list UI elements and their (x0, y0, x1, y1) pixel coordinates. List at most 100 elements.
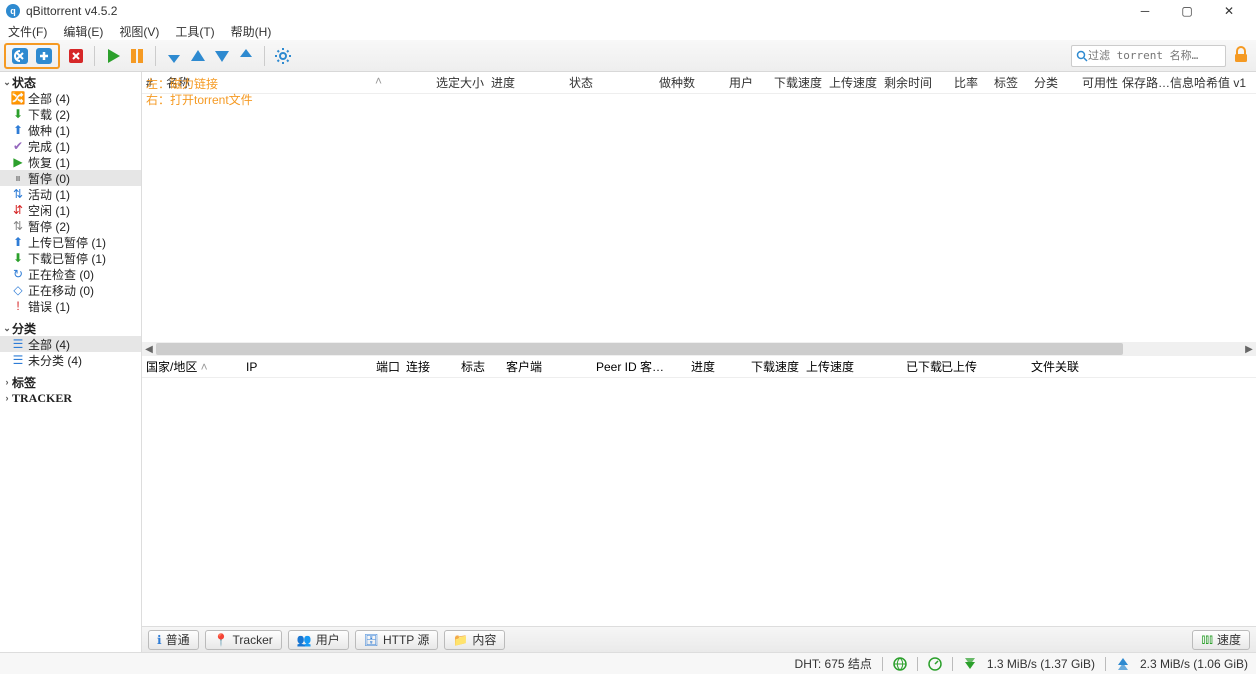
peer-column-header[interactable]: 端口 (372, 358, 402, 375)
resume-button[interactable] (102, 45, 124, 67)
add-magnet-link-button[interactable] (9, 45, 31, 67)
torrent-column-header[interactable]: 标签 (990, 74, 1030, 91)
sidebar-status-item[interactable]: ⬇下载 (2) (0, 106, 141, 122)
menu-view[interactable]: 视图(V) (115, 23, 163, 40)
sidebar-category-item[interactable]: ☰未分类 (4) (0, 352, 141, 368)
sidebar-section-status[interactable]: ⌄状态 (0, 74, 141, 90)
alt-speed-icon[interactable] (928, 657, 942, 671)
torrent-table-header[interactable]: #名称 ˄选定大小进度状态做种数用户下载速度上传速度剩余时间比率标签分类可用性保… (142, 72, 1256, 94)
app-logo-icon: q (6, 4, 20, 18)
scroll-right-icon[interactable]: ▶ (1242, 344, 1256, 355)
torrent-column-header[interactable]: 进度 (487, 74, 565, 91)
peer-column-header[interactable]: 连接 (402, 358, 457, 375)
pause-button[interactable] (126, 45, 148, 67)
sidebar-status-item[interactable]: !错误 (1) (0, 298, 141, 314)
scroll-left-icon[interactable]: ◀ (142, 344, 156, 355)
peer-table-header[interactable]: 国家/地区 ˄IP端口连接标志客户端Peer ID 客…进度下载速度上传速度已下… (142, 356, 1256, 378)
peer-column-header[interactable]: Peer ID 客… (592, 358, 687, 375)
torrent-column-header[interactable]: 保存路… (1118, 74, 1166, 91)
peer-column-header[interactable]: 文件关联 (1027, 358, 1097, 375)
detail-tab[interactable]: 👥用户 (288, 630, 349, 650)
torrent-column-header[interactable]: 剩余时间 (880, 74, 950, 91)
open-torrent-file-button[interactable] (33, 45, 55, 67)
detail-tab[interactable]: 📍Tracker (205, 630, 282, 650)
tab-label: HTTP 源 (383, 631, 429, 648)
tab-icon: 👥 (297, 633, 312, 647)
globe-connected-icon[interactable] (893, 657, 907, 671)
torrent-column-header[interactable]: 名称 ˄ (162, 74, 432, 91)
peer-column-header[interactable]: 下载速度 (747, 358, 802, 375)
move-down-button[interactable] (211, 45, 233, 67)
sidebar-item-label: 恢复 (1) (28, 154, 70, 171)
lock-icon[interactable] (1232, 46, 1252, 66)
torrent-column-header[interactable]: 下载速度 (770, 74, 825, 91)
minimize-button[interactable]: ─ (1124, 0, 1166, 22)
sidebar-status-item[interactable]: ⏸暂停 (0) (0, 170, 141, 186)
torrent-hscrollbar[interactable]: ◀ ▶ (142, 342, 1256, 356)
sidebar-section-category[interactable]: ⌄分类 (0, 320, 141, 336)
scroll-track[interactable] (156, 342, 1242, 356)
sidebar-status-item[interactable]: 🔀全部 (4) (0, 90, 141, 106)
maximize-button[interactable]: ▢ (1166, 0, 1208, 22)
menu-edit[interactable]: 编辑(E) (59, 23, 107, 40)
download-speed-text[interactable]: 1.3 MiB/s (1.37 GiB) (987, 657, 1095, 671)
move-top-button[interactable] (163, 45, 185, 67)
settings-button[interactable] (272, 45, 294, 67)
scroll-thumb[interactable] (156, 343, 1123, 355)
menu-help[interactable]: 帮助(H) (227, 23, 276, 40)
dht-status[interactable]: DHT: 675 结点 (795, 655, 872, 672)
torrent-column-header[interactable]: 选定大小 (432, 74, 487, 91)
delete-button[interactable] (65, 45, 87, 67)
peer-list-area[interactable] (142, 378, 1256, 626)
sidebar-status-item[interactable]: ↻正在检查 (0) (0, 266, 141, 282)
peer-column-header[interactable]: 上传速度 (802, 358, 902, 375)
peer-column-header[interactable]: 客户端 (502, 358, 592, 375)
peer-column-header[interactable]: 已下载 (902, 358, 937, 375)
torrent-column-header[interactable]: 做种数 (655, 74, 725, 91)
tab-icon: ℹ (157, 633, 162, 647)
move-up-button[interactable] (187, 45, 209, 67)
sidebar-section-tracker[interactable]: ›TRACKER (0, 390, 141, 406)
torrent-column-header[interactable]: 可用性 (1078, 74, 1118, 91)
torrent-list-area[interactable] (142, 94, 1256, 342)
speed-tab[interactable]: ⫾⫾⫾ 速度 (1192, 630, 1250, 650)
peer-column-header[interactable]: 国家/地区 ˄ (142, 358, 242, 375)
sidebar-status-item[interactable]: ⬆上传已暂停 (1) (0, 234, 141, 250)
filter-searchbox[interactable] (1071, 45, 1226, 67)
peer-column-header[interactable]: 标志 (457, 358, 502, 375)
sidebar-status-item[interactable]: ⇅暂停 (2) (0, 218, 141, 234)
torrent-column-header[interactable]: # (142, 76, 162, 90)
sidebar-item-label: 上传已暂停 (1) (28, 234, 106, 251)
sidebar-status-item[interactable]: ⇵空闲 (1) (0, 202, 141, 218)
peer-column-header[interactable]: IP (242, 360, 372, 374)
torrent-column-header[interactable]: 上传速度 (825, 74, 880, 91)
detail-tab[interactable]: 🗄HTTP 源 (355, 630, 439, 650)
detail-tabs: ℹ普通 📍Tracker 👥用户 🗄HTTP 源📁内容 ⫾⫾⫾ 速度 (142, 626, 1256, 652)
sidebar-item-label: 暂停 (2) (28, 218, 70, 235)
detail-tab[interactable]: ℹ普通 (148, 630, 199, 650)
sidebar-category-item[interactable]: ☰全部 (4) (0, 336, 141, 352)
peer-column-header[interactable]: 已上传 (937, 358, 1027, 375)
close-button[interactable]: ✕ (1208, 0, 1250, 22)
filter-input[interactable] (1088, 49, 1235, 62)
status-filter-icon: ! (10, 299, 26, 313)
torrent-column-header[interactable]: 信息哈希值 v1 (1166, 74, 1246, 91)
torrent-column-header[interactable]: 分类 (1030, 74, 1078, 91)
upload-speed-text[interactable]: 2.3 MiB/s (1.06 GiB) (1140, 657, 1248, 671)
peer-column-header[interactable]: 进度 (687, 358, 747, 375)
sidebar-status-item[interactable]: ◇正在移动 (0) (0, 282, 141, 298)
sidebar-status-item[interactable]: ▶恢复 (1) (0, 154, 141, 170)
sidebar-status-item[interactable]: ⬆做种 (1) (0, 122, 141, 138)
move-bottom-button[interactable] (235, 45, 257, 67)
sidebar-status-item[interactable]: ✔完成 (1) (0, 138, 141, 154)
status-filter-icon: 🔀 (10, 91, 26, 105)
sidebar-status-item[interactable]: ⇅活动 (1) (0, 186, 141, 202)
sidebar-status-item[interactable]: ⬇下载已暂停 (1) (0, 250, 141, 266)
torrent-column-header[interactable]: 比率 (950, 74, 990, 91)
menu-file[interactable]: 文件(F) (4, 23, 51, 40)
torrent-column-header[interactable]: 用户 (725, 74, 770, 91)
sidebar-section-tags[interactable]: ›标签 (0, 374, 141, 390)
menu-tools[interactable]: 工具(T) (171, 23, 218, 40)
torrent-column-header[interactable]: 状态 (565, 74, 655, 91)
detail-tab[interactable]: 📁内容 (444, 630, 505, 650)
